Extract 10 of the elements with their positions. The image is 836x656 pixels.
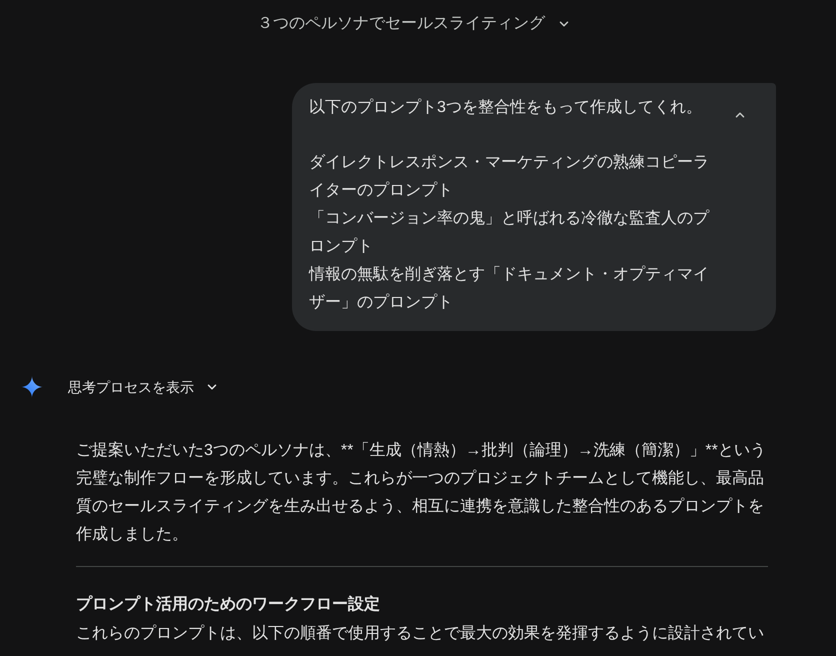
user-message-line: 情報の無駄を削ぎ落とす「ドキュメント・オプティマイザー」のプロンプト <box>309 264 710 313</box>
sparkle-icon <box>21 376 43 398</box>
section-heading: プロンプト活用のためのワークフロー設定 <box>76 594 380 615</box>
user-message-line: ダイレクトレスポンス・マーケティングの熟練コピーライターのプロンプト <box>309 152 710 201</box>
response-paragraph: ご提案いただいた3つのペルソナは、**「生成（情熱）→批判（論理）→洗練（簡潔）」**という完璧な制作フローを形成しています。これらが一つのプロジェクトチームとして機能し、最高品質のセールスライティングを生み出せるよう、相互に連携を意識した整合性のあるプロンプトを作成しました。 <box>76 440 767 545</box>
user-message-line: 「コンバージョン率の鬼」と呼ばれる冷徹な監査人のプロンプト <box>309 208 710 257</box>
response-paragraph: これらのプロンプトは、以下の順番で使用することで最大の効果を発揮するように設計されてい <box>76 624 765 644</box>
show-thinking-button[interactable]: 思考プロセスを表示 <box>68 376 219 398</box>
user-message-text: 以下のプロンプト3つを整合性をもって作成してくれ。 <box>309 98 703 118</box>
conversation-title-button[interactable]: ３つのペルソナでセールスライティング <box>257 12 571 36</box>
